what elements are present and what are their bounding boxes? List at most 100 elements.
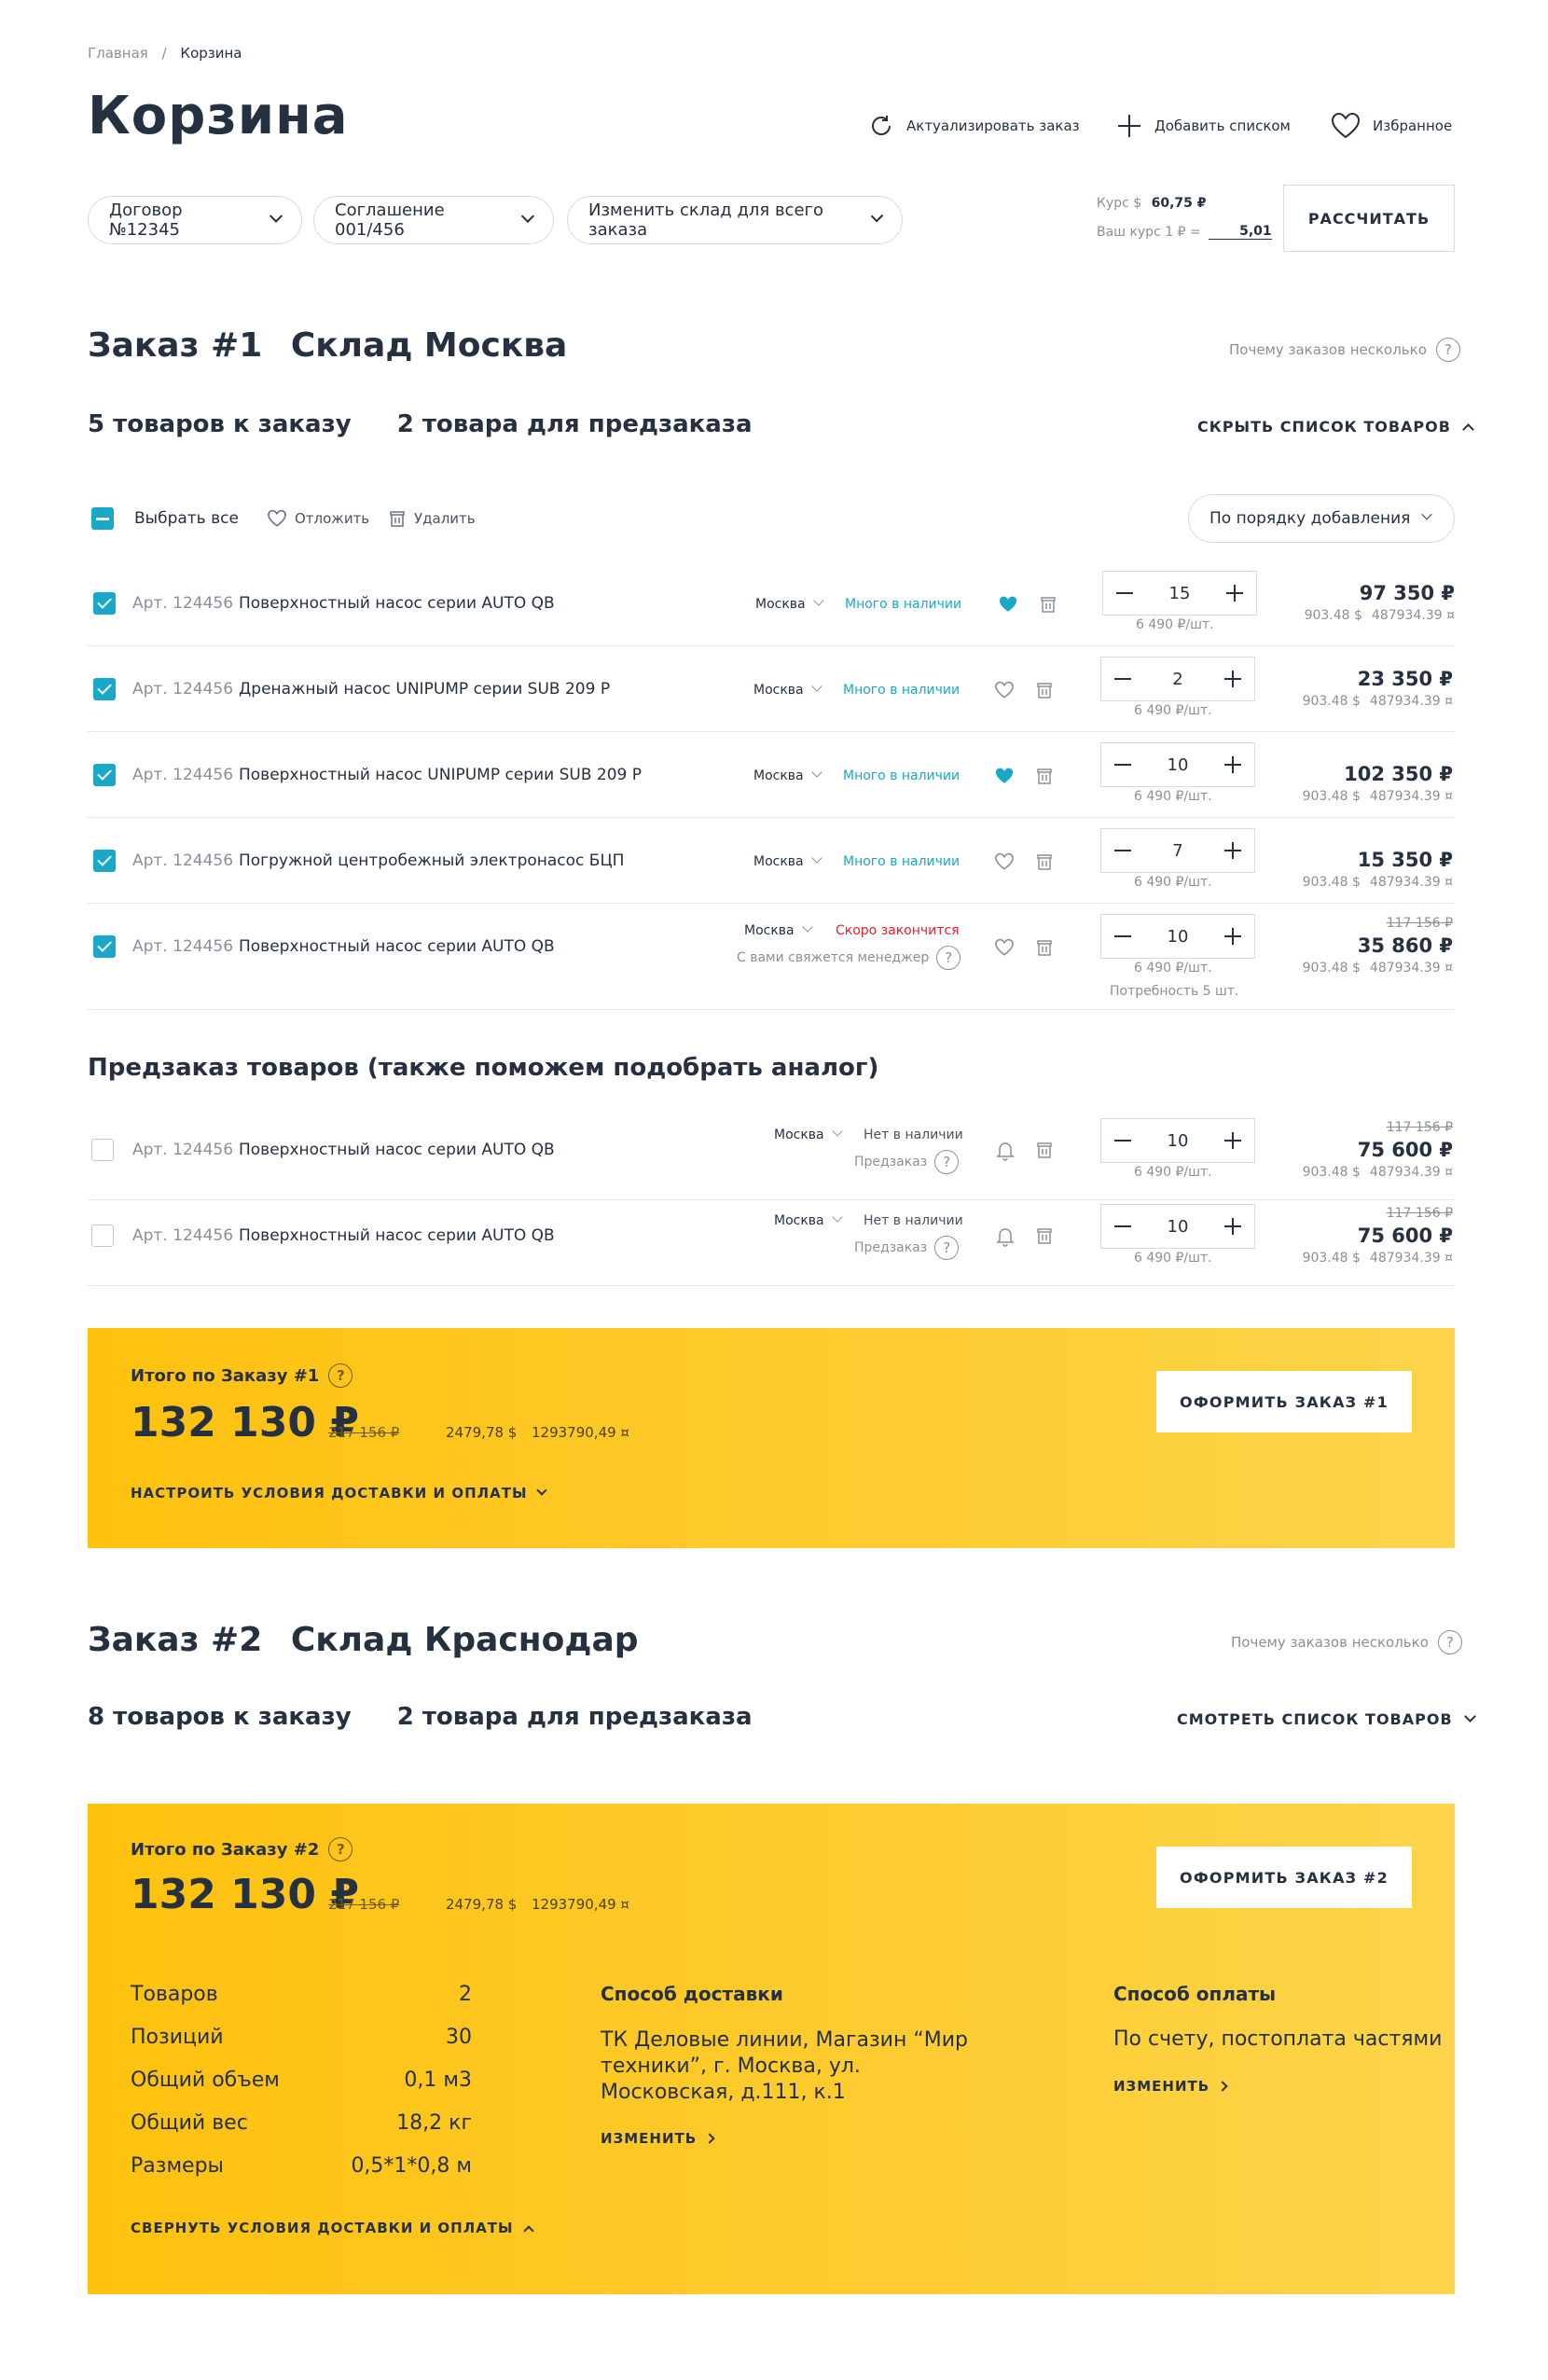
breadcrumb-home[interactable]: Главная	[88, 45, 148, 62]
trash-icon[interactable]	[1035, 681, 1054, 699]
trash-icon[interactable]	[1035, 1226, 1054, 1245]
minus-icon[interactable]	[1114, 678, 1131, 680]
order2-count-order: 8 товаров к заказу	[88, 1703, 352, 1731]
minus-icon[interactable]	[1114, 1225, 1131, 1227]
item-city-select[interactable]: Москва	[774, 1126, 843, 1142]
delivery-settings-toggle[interactable]: НАСТРОИТЬ УСЛОВИЯ ДОСТАВКИ И ОПЛАТЫ	[131, 1485, 548, 1501]
quantity-value[interactable]: 10	[1168, 927, 1189, 947]
calculate-button[interactable]: РАССЧИТАТЬ	[1283, 185, 1455, 252]
item-checkbox[interactable]	[93, 935, 116, 958]
trash-icon[interactable]	[1035, 852, 1054, 871]
why-many-orders-link[interactable]: Почему заказов несколько ?	[1231, 1630, 1462, 1654]
heart-filled-icon[interactable]	[998, 595, 1018, 614]
bell-icon[interactable]	[996, 1141, 1015, 1161]
item-old-price: 117 156 ₽	[1386, 1120, 1453, 1135]
order2-total-label: Итого по Заказу #2 ?	[131, 1837, 353, 1861]
own-rate-input[interactable]: 5,01	[1208, 224, 1272, 240]
quantity-stepper[interactable]: 2	[1100, 657, 1255, 701]
item-name[interactable]: Поверхностный насос серии AUTO QB	[239, 1141, 555, 1159]
minus-icon[interactable]	[1114, 850, 1131, 851]
trash-icon[interactable]	[1035, 1141, 1054, 1159]
plus-icon[interactable]	[1224, 1132, 1241, 1149]
item-name[interactable]: Поверхностный насос серии AUTO QB	[239, 937, 555, 956]
checkout-order2-button[interactable]: ОФОРМИТЬ ЗАКАЗ #2	[1156, 1847, 1412, 1908]
item-name[interactable]: Поверхностный насос серии AUTO QB	[239, 594, 555, 613]
postpone-button[interactable]: Отложить	[267, 509, 369, 528]
collapse-delivery-toggle[interactable]: СВЕРНУТЬ УСЛОВИЯ ДОСТАВКИ И ОПЛАТЫ	[131, 2220, 534, 2236]
plus-icon[interactable]	[1226, 585, 1243, 602]
show-list-toggle[interactable]: СМОТРЕТЬ СПИСОК ТОВАРОВ	[1177, 1710, 1476, 1728]
heart-filled-icon[interactable]	[994, 767, 1015, 785]
heart-icon[interactable]	[994, 938, 1015, 957]
minus-icon[interactable]	[1114, 1140, 1131, 1142]
hide-list-toggle[interactable]: СКРЫТЬ СПИСОК ТОВАРОВ	[1197, 418, 1474, 436]
quantity-value[interactable]: 10	[1168, 755, 1189, 775]
order2-total-label-text: Итого по Заказу #2	[131, 1839, 320, 1860]
bell-icon[interactable]	[996, 1226, 1015, 1247]
question-icon[interactable]: ?	[934, 1150, 960, 1174]
chevron-down-icon	[1463, 1710, 1476, 1723]
quantity-stepper[interactable]: 15	[1102, 571, 1257, 616]
quantity-value[interactable]: 10	[1168, 1131, 1189, 1151]
item-city-select[interactable]: Москва	[744, 921, 813, 938]
minus-icon[interactable]	[1116, 592, 1133, 594]
item-name[interactable]: Поверхностный насос серии AUTO QB	[239, 1226, 555, 1245]
plus-icon[interactable]	[1223, 671, 1241, 687]
quantity-stepper[interactable]: 10	[1100, 1204, 1255, 1249]
item-city-select[interactable]: Москва	[753, 767, 822, 783]
trash-icon[interactable]	[1039, 595, 1057, 614]
question-icon[interactable]: ?	[328, 1837, 353, 1861]
sort-select[interactable]: По порядку добавления	[1188, 494, 1455, 543]
item-checkbox[interactable]	[91, 1225, 114, 1247]
contract-select[interactable]: Договор №12345	[88, 196, 302, 244]
item-name[interactable]: Дренажный насос UNIPUMP серии SUB 209 P	[239, 680, 610, 699]
payment-change-link[interactable]: ИЗМЕНИТЬ	[1113, 2078, 1228, 2095]
question-icon[interactable]: ?	[936, 946, 961, 970]
quantity-value[interactable]: 7	[1172, 841, 1182, 861]
item-city-select[interactable]: Москва	[755, 595, 824, 612]
item-checkbox[interactable]	[93, 592, 116, 615]
plus-icon[interactable]	[1224, 756, 1241, 773]
select-all-checkbox[interactable]	[91, 507, 114, 530]
quantity-stepper[interactable]: 7	[1100, 828, 1255, 873]
item-city-select[interactable]: Москва	[774, 1211, 843, 1228]
item-city-select[interactable]: Москва	[753, 852, 822, 869]
agreement-select[interactable]: Соглашение 001/456	[313, 196, 554, 244]
quantity-stepper[interactable]: 10	[1100, 742, 1255, 787]
warehouse-select[interactable]: Изменить склад для всего заказа	[567, 196, 903, 244]
plus-icon[interactable]	[1223, 842, 1241, 859]
quantity-stepper[interactable]: 10	[1100, 914, 1255, 959]
item-checkbox[interactable]	[93, 764, 116, 786]
plus-icon[interactable]	[1224, 928, 1241, 945]
heart-icon[interactable]	[994, 852, 1015, 871]
checkout-order1-button[interactable]: ОФОРМИТЬ ЗАКАЗ #1	[1156, 1371, 1412, 1432]
favorites-button[interactable]: Избранное	[1330, 112, 1452, 140]
minus-icon[interactable]	[1114, 935, 1131, 937]
why-many-orders-link[interactable]: Почему заказов несколько ?	[1229, 338, 1460, 362]
item-checkbox[interactable]	[93, 678, 116, 700]
add-list-button[interactable]: Добавить списком	[1115, 112, 1291, 140]
order1-total-sum: 132 130 ₽	[131, 1399, 359, 1446]
question-icon[interactable]: ?	[934, 1236, 960, 1260]
trash-icon[interactable]	[1035, 767, 1054, 785]
item-checkbox[interactable]	[93, 850, 116, 872]
select-all-label[interactable]: Выбрать все	[134, 509, 239, 528]
item-name[interactable]: Погружной центробежный электронасос БЦП	[239, 851, 624, 870]
plus-icon[interactable]	[1224, 1218, 1241, 1235]
item-city-select[interactable]: Москва	[753, 681, 822, 698]
item-name[interactable]: Поверхностный насос UNIPUMP серии SUB 20…	[239, 766, 642, 784]
minus-icon[interactable]	[1114, 764, 1131, 766]
item-checkbox[interactable]	[91, 1139, 114, 1161]
quantity-value[interactable]: 2	[1172, 670, 1182, 689]
preorder-note-text: Предзаказ	[854, 1155, 928, 1169]
quantity-stepper[interactable]: 10	[1100, 1118, 1255, 1163]
delete-button[interactable]: Удалить	[388, 509, 476, 528]
heart-icon[interactable]	[994, 681, 1015, 699]
question-icon[interactable]: ?	[328, 1363, 353, 1388]
quantity-value[interactable]: 15	[1169, 584, 1191, 603]
delivery-change-link[interactable]: ИЗМЕНИТЬ	[601, 2130, 715, 2147]
quantity-value[interactable]: 10	[1168, 1217, 1189, 1237]
chevron-down-icon	[269, 209, 283, 223]
trash-icon[interactable]	[1035, 938, 1054, 957]
refresh-order-button[interactable]: Актуализировать заказ	[867, 112, 1080, 140]
